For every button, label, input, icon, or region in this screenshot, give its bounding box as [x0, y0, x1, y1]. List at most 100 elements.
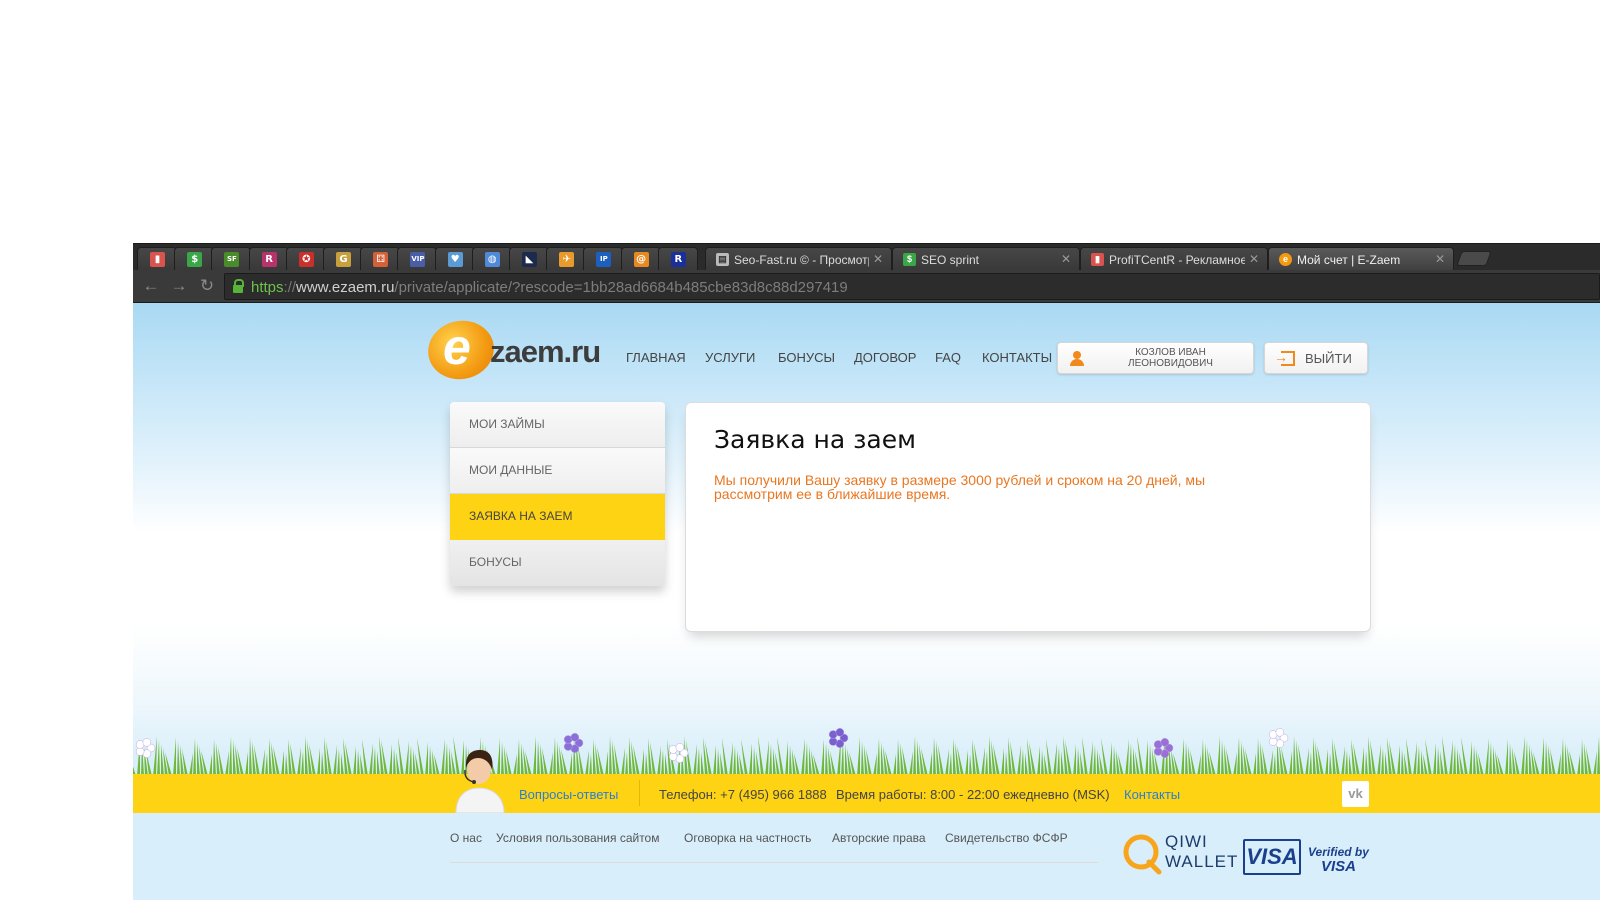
verified-top: Verified by [1308, 845, 1369, 859]
verified-bottom: VISA [1321, 858, 1357, 875]
grass-decoration [133, 728, 1600, 776]
link-copyright[interactable]: Авторские права [832, 831, 926, 845]
menu-label: БОНУСЫ [469, 555, 522, 569]
menu-label: МОИ ДАННЫЕ [469, 463, 553, 477]
ip-icon: IP [596, 252, 612, 267]
tab-title: Seo-Fast.ru © - Просмотр [734, 253, 869, 267]
browser-toolbar: ← → ↻ https://www.ezaem.ru/private/appli… [133, 270, 1600, 303]
forward-button[interactable]: → [169, 277, 189, 295]
qiwi-top: QIWI [1165, 832, 1208, 851]
divider [639, 780, 640, 806]
logout-label: ВЫЙТИ [1305, 351, 1352, 366]
pinned-tab[interactable]: ◣ [509, 247, 549, 271]
pinned-tab[interactable]: $ [174, 247, 215, 271]
pinned-tab[interactable]: @ [620, 247, 661, 271]
faq-link[interactable]: Вопросы-ответы [519, 787, 618, 802]
pinned-tab[interactable]: R [248, 247, 289, 271]
menu-label: МОИ ЗАЙМЫ [469, 417, 545, 431]
vk-icon[interactable]: vk [1342, 781, 1369, 807]
menu-loan-application[interactable]: ЗАЯВКА НА ЗАЕМ [450, 494, 665, 540]
tab-seo-fast[interactable]: ▤ Seo-Fast.ru © - Просмотр ✕ [705, 247, 892, 271]
pinned-tab[interactable]: ⚃ [360, 247, 401, 271]
tab-title: ProfiTCentR - Рекламное [1109, 253, 1245, 267]
tab-profitcentr[interactable]: ▮ ProfiTCentR - Рекламное ✕ [1080, 247, 1268, 271]
bar-chart-icon: ▮ [1091, 253, 1104, 266]
user-name-line1: КОЗЛОВ ИВАН [1135, 347, 1206, 358]
menu-label: ЗАЯВКА НА ЗАЕМ [469, 509, 573, 523]
url-text[interactable]: https://www.ezaem.ru/private/applicate/?… [251, 279, 848, 296]
user-profile-button[interactable]: КОЗЛОВ ИВАН ЛЕОНОВИДОВИЧ [1057, 342, 1254, 374]
pinned-tab[interactable]: ✈ [546, 247, 587, 271]
link-privacy[interactable]: Оговорка на частность [684, 831, 811, 845]
pinned-tab[interactable]: R [657, 247, 698, 271]
pinned-tab[interactable]: SF [211, 247, 252, 271]
footer-bar: Вопросы-ответы Телефон: +7 (495) 966 188… [133, 774, 1600, 813]
menu-bonuses[interactable]: БОНУСЫ [450, 540, 665, 586]
tab-title: SEO sprint [921, 253, 980, 267]
pinned-tab[interactable]: VIP [397, 247, 438, 271]
flower-icon [135, 738, 156, 758]
url-scheme: https [251, 279, 284, 296]
back-button[interactable]: ← [141, 277, 161, 295]
message-line-2: рассмотрим ее в ближайшие время. [714, 486, 951, 502]
emblem-icon: ✪ [298, 252, 314, 267]
visa-logo: VISA [1243, 839, 1301, 875]
nav-services[interactable]: УСЛУГИ [705, 350, 755, 365]
close-tab-icon[interactable]: ✕ [873, 252, 883, 266]
support-operator-icon [455, 750, 505, 813]
link-terms[interactable]: Условия пользования сайтом [496, 831, 659, 845]
grass-blades [133, 736, 1600, 776]
contacts-link[interactable]: Контакты [1124, 787, 1180, 802]
address-bar[interactable]: https://www.ezaem.ru/private/applicate/?… [224, 273, 1600, 300]
pinned-tab[interactable]: ♥ [434, 247, 475, 271]
web-page: e zaem.ru ГЛАВНАЯ УСЛУГИ БОНУСЫ ДОГОВОР … [133, 303, 1600, 900]
seo-sprint-icon: $ [903, 253, 916, 266]
pinned-tab[interactable]: ✪ [285, 247, 326, 271]
url-host: www.ezaem.ru [296, 279, 395, 296]
flower-icon [828, 728, 849, 748]
lock-icon [233, 279, 244, 294]
tab-title: Мой счет | E-Zaem [1297, 253, 1401, 267]
account-side-menu: МОИ ЗАЙМЫ МОИ ДАННЫЕ ЗАЯВКА НА ЗАЕМ БОНУ… [450, 402, 665, 586]
logo-text: zaem.ru [490, 334, 601, 369]
globe-icon: ◍ [484, 252, 500, 267]
seo-sprint-icon: $ [187, 252, 203, 267]
nav-faq[interactable]: FAQ [935, 350, 961, 365]
ezaem-logo[interactable]: e zaem.ru [422, 314, 603, 386]
nav-bonuses[interactable]: БОНУСЫ [778, 350, 835, 365]
vip-icon: VIP [410, 252, 426, 267]
logo-e: e [443, 319, 471, 375]
reload-button[interactable]: ↻ [197, 277, 217, 295]
user-name: КОЗЛОВ ИВАН ЛЕОНОВИДОВИЧ [1098, 347, 1243, 369]
pinned-tab[interactable]: ◍ [471, 247, 512, 271]
close-tab-icon[interactable]: ✕ [1435, 252, 1445, 266]
close-tab-icon[interactable]: ✕ [1249, 252, 1259, 266]
link-certificate[interactable]: Свидетельство ФСФР [945, 831, 1068, 845]
nav-contract[interactable]: ДОГОВОР [854, 350, 916, 365]
menu-my-data[interactable]: МОИ ДАННЫЕ [450, 448, 665, 494]
logout-button[interactable]: ВЫЙТИ [1264, 342, 1368, 374]
working-hours: Время работы: 8:00 - 22:00 ежедневно (MS… [836, 787, 1110, 802]
g-icon: G [336, 252, 351, 267]
chart-line-icon: ◣ [522, 252, 537, 267]
nav-home[interactable]: ГЛАВНАЯ [626, 350, 686, 365]
qiwi-logo-icon [1123, 834, 1162, 875]
ezaem-icon: e [1279, 253, 1292, 266]
menu-my-loans[interactable]: МОИ ЗАЙМЫ [450, 402, 665, 448]
close-tab-icon[interactable]: ✕ [1061, 252, 1071, 266]
game-icon: ⚃ [373, 252, 389, 267]
flower-icon [1268, 728, 1289, 748]
pinned-tab[interactable]: ▮ [137, 247, 177, 271]
new-tab-button[interactable] [1456, 251, 1492, 266]
tab-seo-sprint[interactable]: $ SEO sprint ✕ [892, 247, 1080, 271]
sf-icon: SF [224, 252, 240, 267]
nav-contacts[interactable]: КОНТАКТЫ [982, 350, 1052, 365]
flower-icon [1153, 738, 1174, 758]
tab-ezaem[interactable]: e Мой счет | E-Zaem ✕ [1268, 247, 1454, 271]
heart-icon: ♥ [447, 252, 463, 267]
pinned-tab[interactable]: IP [583, 247, 624, 271]
phone-text: Телефон: +7 (495) 966 1888 [659, 787, 827, 802]
pinned-tab[interactable]: G [323, 247, 363, 271]
plane-icon: ✈ [559, 252, 575, 267]
link-about[interactable]: О нас [450, 831, 482, 845]
